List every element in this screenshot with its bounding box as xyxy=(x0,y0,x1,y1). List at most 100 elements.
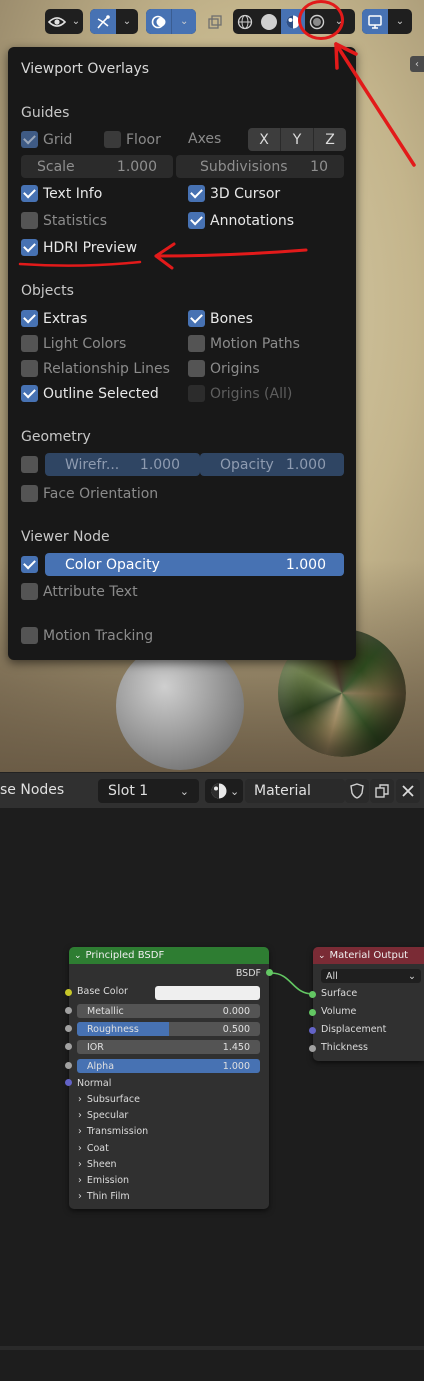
subsurface-label: Subsurface xyxy=(86,1094,141,1105)
target-dropdown[interactable]: All ⌄ xyxy=(321,969,421,983)
axis-x-button[interactable]: X xyxy=(248,128,281,151)
xray-icon[interactable] xyxy=(205,9,225,34)
principled-bsdf-node[interactable]: ⌄ Principled BSDF BSDF Base Color Metall… xyxy=(69,947,269,1209)
statistics-checkbox[interactable]: Statistics xyxy=(21,212,107,229)
viewer-color-checkbox[interactable] xyxy=(21,556,38,573)
metallic-field[interactable]: Metallic 0.000 xyxy=(77,1004,260,1018)
transmission-panel[interactable]: › Transmission xyxy=(78,1126,148,1137)
overlays-icon xyxy=(146,9,172,34)
checkbox-icon xyxy=(21,239,38,256)
material-output-header[interactable]: ⌄ Material Output xyxy=(313,947,424,964)
emission-panel[interactable]: › Emission xyxy=(78,1175,129,1186)
ior-label: IOR xyxy=(87,1041,104,1053)
base-color-socket[interactable] xyxy=(65,989,72,996)
motion-tracking-label: Motion Tracking xyxy=(43,627,154,644)
wireframe-shading-icon[interactable] xyxy=(233,9,257,34)
thickness-label: Thickness xyxy=(321,1042,368,1053)
origins-all-checkbox[interactable]: Origins (All) xyxy=(188,385,292,402)
overlays-toggle[interactable]: ⌄ xyxy=(146,9,196,34)
visibility-icon xyxy=(45,9,69,34)
alpha-socket[interactable] xyxy=(65,1062,72,1069)
fake-user-button[interactable] xyxy=(345,779,369,803)
motion-tracking-checkbox[interactable]: Motion Tracking xyxy=(21,627,153,644)
checkbox-icon xyxy=(188,360,205,377)
visibility-dropdown[interactable]: ⌄ xyxy=(45,9,83,34)
wireframe-opacity-field[interactable]: Opacity 1.000 xyxy=(200,453,344,476)
light-colors-label: Light Colors xyxy=(43,335,127,352)
extras-checkbox[interactable]: Extras xyxy=(21,310,87,327)
objects-heading: Objects xyxy=(21,283,74,299)
checkbox-icon xyxy=(21,456,38,473)
axis-y-button[interactable]: Y xyxy=(281,128,314,151)
roughness-field[interactable]: Roughness 0.500 xyxy=(77,1022,260,1036)
checkbox-icon xyxy=(21,185,38,202)
duplicate-material-button[interactable] xyxy=(370,779,394,803)
metallic-label: Metallic xyxy=(87,1005,124,1017)
unlink-material-button[interactable] xyxy=(396,779,420,803)
viewer-node-heading: Viewer Node xyxy=(21,529,110,545)
wireframe-value: 1.000 xyxy=(139,456,180,473)
color-opacity-field[interactable]: Color Opacity 1.000 xyxy=(45,553,344,576)
surface-socket[interactable] xyxy=(309,991,316,998)
annotations-checkbox[interactable]: Annotations xyxy=(188,212,294,229)
volume-socket[interactable] xyxy=(309,1009,316,1016)
node-canvas[interactable]: ⌄ Principled BSDF BSDF Base Color Metall… xyxy=(0,808,424,1381)
material-browse-button[interactable]: ⌄ xyxy=(205,779,243,803)
chevron-down-icon: ⌄ xyxy=(395,16,405,27)
opacity-value: 1.000 xyxy=(285,456,326,473)
thickness-socket[interactable] xyxy=(309,1045,316,1052)
annotations-label: Annotations xyxy=(210,212,295,229)
alpha-field[interactable]: Alpha 1.000 xyxy=(77,1059,260,1073)
roughness-value: 0.500 xyxy=(222,1023,250,1035)
ior-socket[interactable] xyxy=(65,1043,72,1050)
sheen-label: Sheen xyxy=(86,1159,117,1170)
coat-panel[interactable]: › Coat xyxy=(78,1143,109,1154)
sheen-panel[interactable]: › Sheen xyxy=(78,1159,117,1170)
normal-socket[interactable] xyxy=(65,1079,72,1086)
displacement-socket[interactable] xyxy=(309,1027,316,1034)
bsdf-output-socket[interactable] xyxy=(266,969,273,976)
text-info-checkbox[interactable]: Text Info xyxy=(21,185,102,202)
editor-type-dropdown[interactable]: ⌄ xyxy=(362,9,412,34)
ior-field[interactable]: IOR 1.450 xyxy=(77,1040,260,1054)
subdivisions-field[interactable]: Subdivisions 10 xyxy=(176,155,344,178)
use-nodes-label[interactable]: se Nodes xyxy=(0,782,64,798)
specular-panel[interactable]: › Specular xyxy=(78,1110,128,1121)
principled-bsdf-title: Principled BSDF xyxy=(85,950,165,961)
checkbox-icon xyxy=(188,185,205,202)
outline-selected-label: Outline Selected xyxy=(43,385,159,402)
relationship-lines-checkbox[interactable]: Relationship Lines xyxy=(21,360,170,377)
material-output-node[interactable]: ⌄ Material Output All ⌄ Surface Volume D… xyxy=(313,947,424,1061)
face-orientation-label: Face Orientation xyxy=(43,485,159,502)
floor-checkbox[interactable]: Floor xyxy=(104,131,161,148)
wireframe-checkbox[interactable] xyxy=(21,456,38,473)
thin-film-label: Thin Film xyxy=(86,1191,130,1202)
duplicate-icon xyxy=(375,784,389,798)
slot-dropdown[interactable]: Slot 1 ⌄ xyxy=(98,779,199,803)
origins-checkbox[interactable]: Origins xyxy=(188,360,260,377)
attribute-text-checkbox[interactable]: Attribute Text xyxy=(21,583,138,600)
thin-film-panel[interactable]: › Thin Film xyxy=(78,1191,130,1202)
3d-cursor-checkbox[interactable]: 3D Cursor xyxy=(188,185,280,202)
outline-selected-checkbox[interactable]: Outline Selected xyxy=(21,385,159,402)
sidebar-toggle-icon[interactable]: ‹ xyxy=(410,56,424,72)
roughness-socket[interactable] xyxy=(65,1025,72,1032)
bones-checkbox[interactable]: Bones xyxy=(188,310,253,327)
face-orientation-checkbox[interactable]: Face Orientation xyxy=(21,485,158,502)
chevron-down-icon: ⌄ xyxy=(71,16,81,27)
metallic-socket[interactable] xyxy=(65,1007,72,1014)
axis-z-button[interactable]: Z xyxy=(314,128,346,151)
principled-bsdf-header[interactable]: ⌄ Principled BSDF xyxy=(69,947,269,964)
material-name-field[interactable]: Material xyxy=(245,779,345,803)
solid-shading-icon[interactable] xyxy=(257,9,281,34)
subsurface-panel[interactable]: › Subsurface xyxy=(78,1094,140,1105)
scale-field[interactable]: Scale 1.000 xyxy=(21,155,173,178)
grid-checkbox[interactable]: Grid xyxy=(21,131,72,148)
motion-paths-checkbox[interactable]: Motion Paths xyxy=(188,335,300,352)
light-colors-checkbox[interactable]: Light Colors xyxy=(21,335,126,352)
text-info-label: Text Info xyxy=(43,185,103,202)
wireframe-threshold-field[interactable]: Wirefr... 1.000 xyxy=(45,453,200,476)
base-color-swatch[interactable] xyxy=(155,986,260,1000)
hdri-preview-checkbox[interactable]: HDRI Preview xyxy=(21,239,137,256)
gizmo-toggle[interactable]: ⌄ xyxy=(90,9,138,34)
